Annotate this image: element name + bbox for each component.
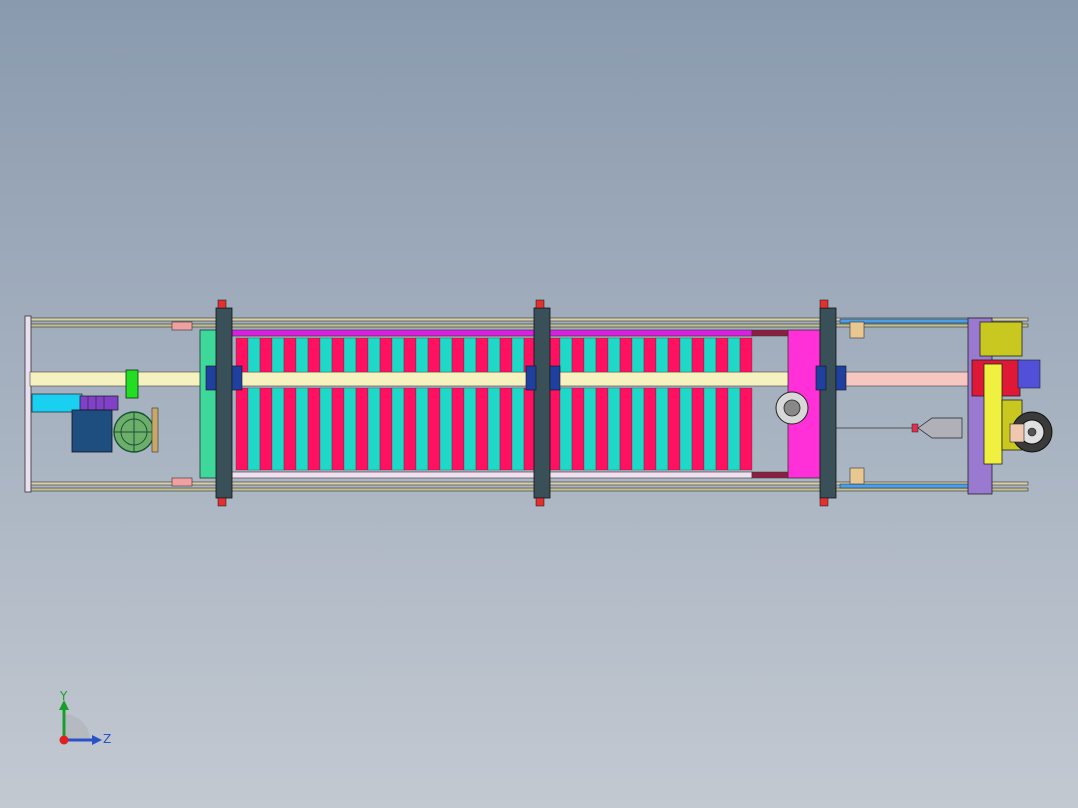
conveyor-slat <box>631 337 645 373</box>
conveyor-slat <box>703 337 717 373</box>
conveyor-slat <box>367 387 381 471</box>
conveyor-slat <box>391 337 405 373</box>
conveyor-slat <box>571 337 585 373</box>
conveyor-slat <box>295 387 309 471</box>
conveyor-slat <box>463 337 477 373</box>
conveyor-slat <box>679 337 693 373</box>
conveyor-slat <box>499 387 513 471</box>
conveyor-slat <box>559 387 573 471</box>
conveyor-slat <box>247 337 261 373</box>
conveyor-slat <box>595 387 609 471</box>
conveyor-slat <box>643 337 657 373</box>
conveyor-slat <box>655 387 669 471</box>
conveyor-slat <box>739 337 753 373</box>
graphics-viewport[interactable]: Y Z <box>0 0 1078 808</box>
conveyor-slat <box>619 387 633 471</box>
conveyor-slat <box>475 387 489 471</box>
conveyor-slat <box>511 387 525 471</box>
conveyor-slat <box>271 337 285 373</box>
conveyor-slat <box>451 387 465 471</box>
conveyor-slat <box>331 337 345 373</box>
conveyor-slat <box>571 387 585 471</box>
conveyor-slat <box>679 387 693 471</box>
conveyor-slat <box>439 387 453 471</box>
conveyor-slat <box>307 387 321 471</box>
conveyor-slat <box>307 337 321 373</box>
conveyor-slat <box>259 387 273 471</box>
conveyor-slat <box>283 337 297 373</box>
triad-y-label: Y <box>60 689 68 703</box>
conveyor-slat <box>727 337 741 373</box>
conveyor-slat <box>319 387 333 471</box>
conveyor-slat <box>655 337 669 373</box>
conveyor-slat <box>343 337 357 373</box>
conveyor-slat <box>607 337 621 373</box>
conveyor-slat <box>271 387 285 471</box>
conveyor-slat <box>499 337 513 373</box>
conveyor-slat <box>379 337 393 373</box>
conveyor-slat <box>487 387 501 471</box>
conveyor-slat <box>667 337 681 373</box>
conveyor-slat <box>631 387 645 471</box>
conveyor-slat <box>463 387 477 471</box>
conveyor-slat <box>355 387 369 471</box>
conveyor-slat <box>331 387 345 471</box>
conveyor-slat <box>427 337 441 373</box>
conveyor-slat <box>607 387 621 471</box>
conveyor-slat <box>727 387 741 471</box>
conveyor-slat <box>367 337 381 373</box>
conveyor-slat <box>379 387 393 471</box>
conveyor-slat <box>283 387 297 471</box>
conveyor-slat <box>451 337 465 373</box>
conveyor-slat <box>691 387 705 471</box>
conveyor-slat <box>415 337 429 373</box>
conveyor-slat <box>475 337 489 373</box>
conveyor-slat <box>559 337 573 373</box>
conveyor-slat <box>691 337 705 373</box>
conveyor-slat <box>427 387 441 471</box>
conveyor-slat <box>259 337 273 373</box>
conveyor-slat <box>595 337 609 373</box>
conveyor-slat <box>295 337 309 373</box>
conveyor-slat <box>583 387 597 471</box>
conveyor-slat <box>235 387 249 471</box>
conveyor-slat <box>355 337 369 373</box>
conveyor-slat <box>715 387 729 471</box>
conveyor-slat <box>439 337 453 373</box>
cad-assembly-model[interactable] <box>0 0 1078 808</box>
conveyor-slat <box>667 387 681 471</box>
conveyor-slat <box>583 337 597 373</box>
conveyor-slat <box>487 337 501 373</box>
conveyor-slat <box>319 337 333 373</box>
triad-z-label: Z <box>103 732 112 746</box>
conveyor-slat <box>703 387 717 471</box>
conveyor-slat <box>403 387 417 471</box>
conveyor-slat <box>715 337 729 373</box>
conveyor-slat <box>619 337 633 373</box>
conveyor-slat <box>415 387 429 471</box>
conveyor-slat <box>643 387 657 471</box>
conveyor-slat <box>343 387 357 471</box>
conveyor-slat <box>403 337 417 373</box>
conveyor-slat <box>247 387 261 471</box>
conveyor-slat <box>391 387 405 471</box>
conveyor-slat <box>511 337 525 373</box>
conveyor-slat <box>739 387 753 471</box>
